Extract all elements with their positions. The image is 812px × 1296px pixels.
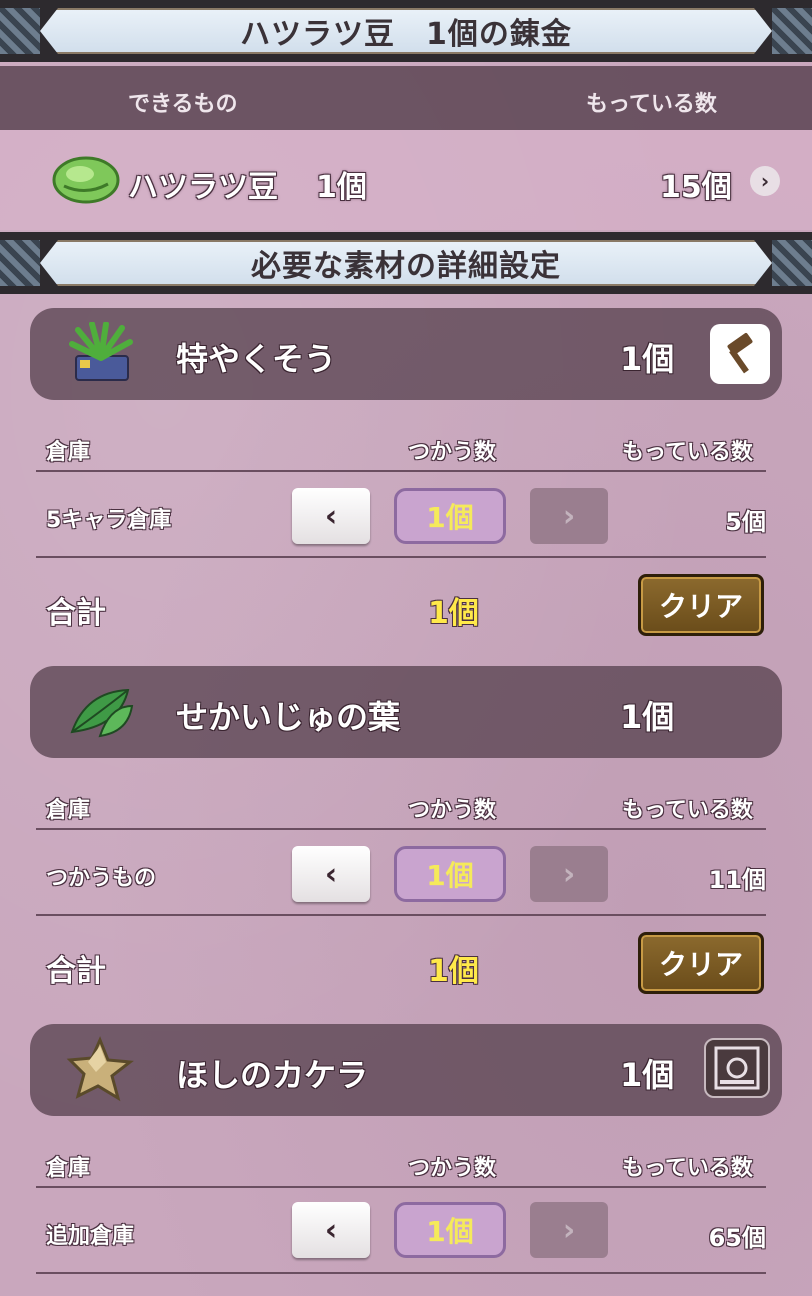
column-owned: もっている数 <box>622 798 753 823</box>
material-name: 特やくそう <box>176 340 337 378</box>
material-count: 1個 <box>620 1056 675 1094</box>
chevron-right-icon[interactable]: › <box>750 166 780 196</box>
product-owned: 15個 <box>660 170 732 205</box>
hammer-icon[interactable] <box>710 324 770 384</box>
divider <box>36 828 766 830</box>
owned-count: 65個 <box>708 1224 766 1252</box>
clear-button[interactable]: クリア <box>638 574 764 636</box>
increase-button[interactable]: › <box>530 1202 608 1258</box>
column-result: できるもの <box>128 92 238 117</box>
column-storage: 倉庫 <box>46 798 91 823</box>
clear-button[interactable]: クリア <box>638 932 764 994</box>
column-use: つかう数 <box>408 440 497 465</box>
divider <box>36 470 766 472</box>
banner-ornament-right <box>772 8 812 54</box>
quantity-display[interactable]: 1個 <box>394 846 506 902</box>
divider <box>36 1272 766 1274</box>
column-storage: 倉庫 <box>46 440 91 465</box>
title-text: ハツラツ豆 1個の錬金 <box>240 17 572 52</box>
product-column-header: できるもの もっている数 <box>0 66 812 130</box>
material-count: 1個 <box>620 340 675 378</box>
green-bean-icon <box>52 156 120 204</box>
material-name: せかいじゅの葉 <box>176 698 401 736</box>
storage-name: 追加倉庫 <box>46 1224 135 1249</box>
owned-count: 5個 <box>725 508 766 536</box>
banner-ornament-right <box>772 240 812 286</box>
owned-count: 11個 <box>708 866 766 894</box>
title-banner: ハツラツ豆 1個の錬金 <box>0 0 812 62</box>
material-header: 特やくそう 1個 <box>30 308 782 400</box>
decrease-button[interactable]: ‹ <box>292 846 370 902</box>
total-label: 合計 <box>46 954 106 989</box>
herb-icon <box>69 322 133 381</box>
increase-button[interactable]: › <box>530 488 608 544</box>
total-value: 1個 <box>428 954 479 989</box>
storage-name: 5キャラ倉庫 <box>46 508 172 533</box>
decrease-button[interactable]: ‹ <box>292 488 370 544</box>
column-use: つかう数 <box>408 798 497 823</box>
divider <box>36 914 766 916</box>
material-header: ほしのカケラ 1個 <box>30 1024 782 1116</box>
total-value: 1個 <box>428 596 479 631</box>
materials-banner: 必要な素材の詳細設定 <box>0 232 812 294</box>
product-row[interactable]: ハツラツ豆 1個 15個 <box>0 130 812 230</box>
product-name: ハツラツ豆 <box>128 170 278 205</box>
storage-name: つかうもの <box>46 866 157 891</box>
shop-icon[interactable] <box>704 1038 770 1098</box>
leaf-icon <box>70 688 134 738</box>
column-owned: もっている数 <box>622 440 753 465</box>
product-count: 1個 <box>316 170 367 205</box>
quantity-display[interactable]: 1個 <box>394 1202 506 1258</box>
materials-title: 必要な素材の詳細設定 <box>251 249 561 284</box>
column-owned: もっている数 <box>586 92 717 117</box>
quantity-display[interactable]: 1個 <box>394 488 506 544</box>
banner-ornament-left <box>0 8 40 54</box>
column-owned: もっている数 <box>622 1156 753 1181</box>
column-use: つかう数 <box>408 1156 497 1181</box>
column-storage: 倉庫 <box>46 1156 91 1181</box>
material-name: ほしのカケラ <box>176 1056 369 1094</box>
decrease-button[interactable]: ‹ <box>292 1202 370 1258</box>
banner-ornament-left <box>0 240 40 286</box>
increase-button[interactable]: › <box>530 846 608 902</box>
star-fragment-icon <box>66 1036 134 1102</box>
divider <box>36 556 766 558</box>
material-header: せかいじゅの葉 1個 <box>30 666 782 758</box>
material-count: 1個 <box>620 698 675 736</box>
total-label: 合計 <box>46 596 106 631</box>
divider <box>36 1186 766 1188</box>
